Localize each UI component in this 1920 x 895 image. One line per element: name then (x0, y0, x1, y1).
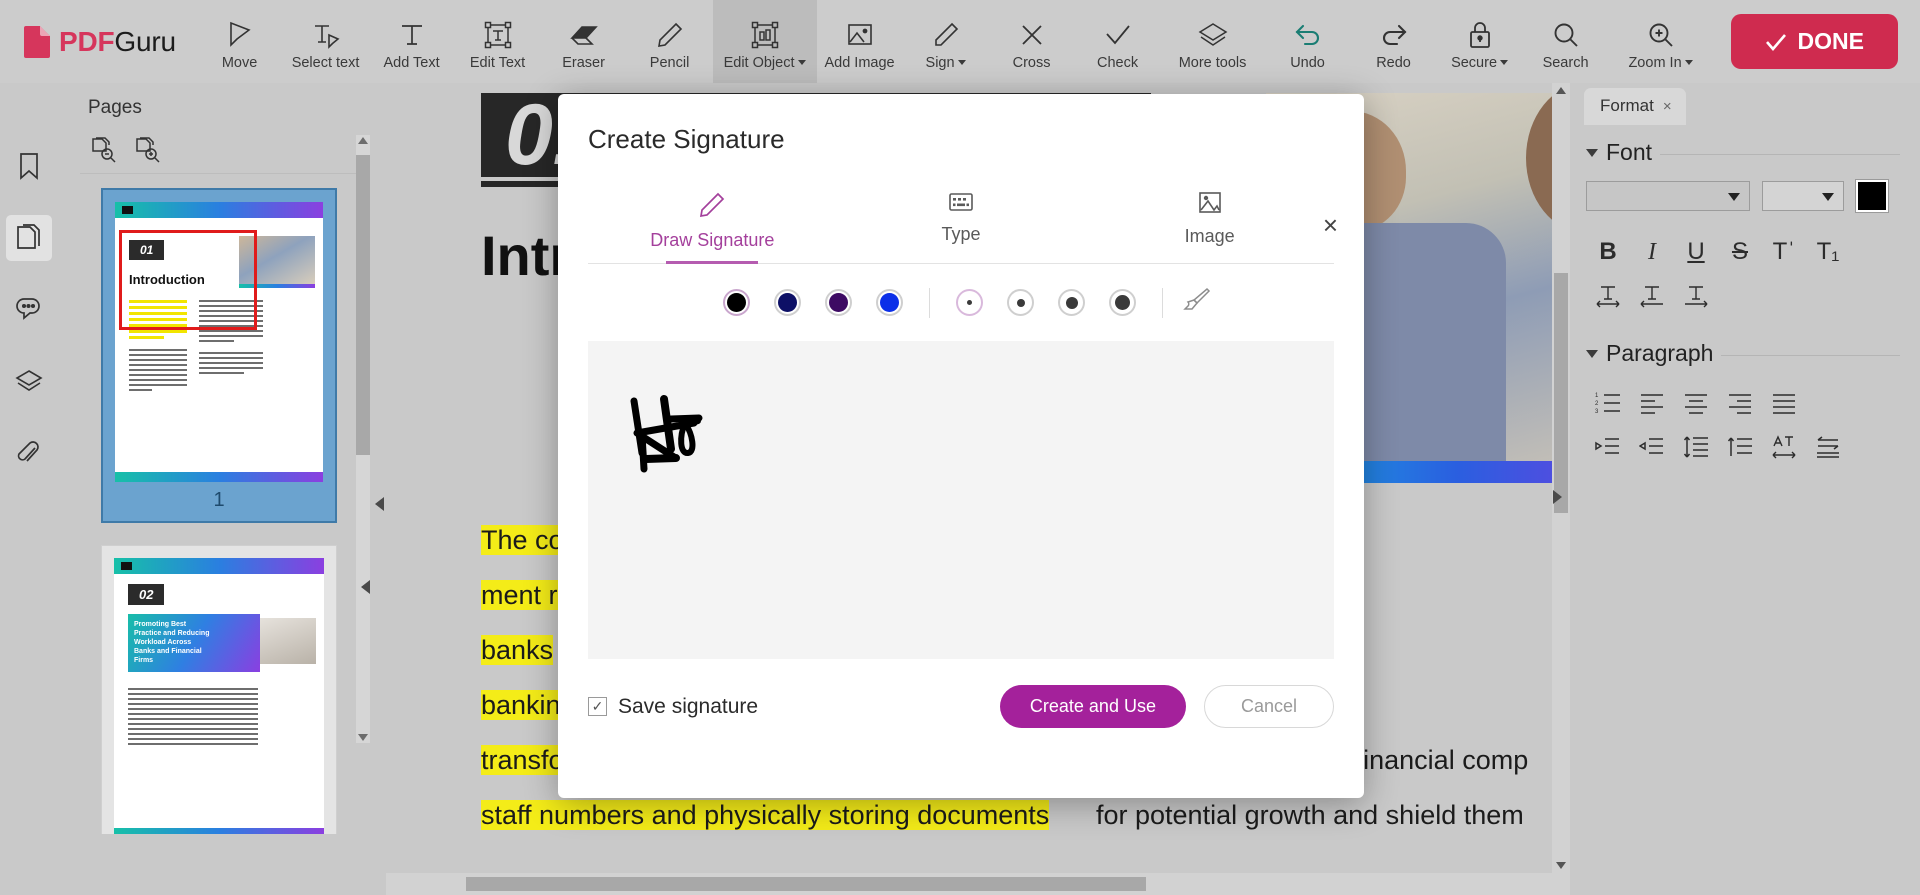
stroke-width-thin[interactable] (1007, 289, 1034, 316)
color-swatch-purple[interactable] (825, 289, 852, 316)
stroke-width-medium[interactable] (1058, 289, 1085, 316)
tab-draw-signature[interactable]: Draw Signature (588, 191, 837, 263)
app-root: PDFGuru Move Select text Add Text Edit T… (0, 0, 1920, 895)
checkbox-box: ✓ (588, 697, 607, 716)
dialog-footer: ✓ Save signature Create and Use Cancel (588, 685, 1334, 728)
create-and-use-button[interactable]: Create and Use (999, 685, 1186, 728)
signature-drawing (630, 395, 703, 473)
stroke-width-extra-thin[interactable] (956, 289, 983, 316)
save-signature-checkbox[interactable]: ✓ Save signature (588, 695, 758, 719)
modal-overlay: Create Signature × Draw Signature Type I… (0, 0, 1920, 895)
color-swatch-black[interactable] (723, 289, 750, 316)
cancel-button[interactable]: Cancel (1203, 685, 1334, 728)
stroke-width-thick[interactable] (1109, 289, 1136, 316)
dialog-title: Create Signature (588, 124, 785, 154)
tab-type[interactable]: Type (837, 191, 1086, 263)
tab-label: Image (1184, 226, 1235, 246)
divider (1162, 287, 1163, 318)
signature-tabs: Draw Signature Type Image (588, 191, 1334, 264)
tab-image[interactable]: Image (1085, 191, 1334, 263)
color-swatch-navy[interactable] (774, 289, 801, 316)
checkbox-label: Save signature (618, 694, 759, 718)
signature-options-row (558, 286, 1364, 319)
keyboard-icon (949, 193, 973, 211)
color-swatch-blue[interactable] (876, 289, 903, 316)
create-signature-dialog: Create Signature × Draw Signature Type I… (558, 94, 1364, 798)
pencil-icon (700, 192, 725, 218)
clear-signature-button[interactable] (1181, 286, 1211, 319)
tab-label: Type (941, 224, 981, 244)
divider (929, 287, 930, 318)
brush-clear-icon (1183, 287, 1211, 310)
image-icon (1198, 192, 1221, 213)
tab-label: Draw Signature (650, 230, 775, 250)
signature-canvas[interactable] (588, 341, 1334, 659)
